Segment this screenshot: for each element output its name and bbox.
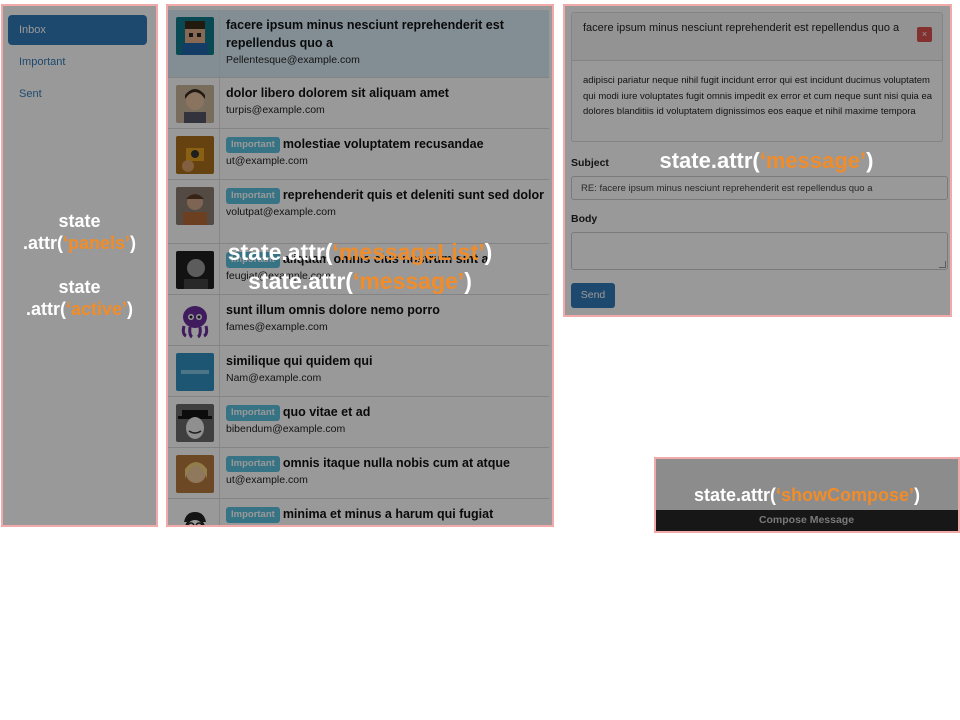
message-list-annotation: state.attr(‘messageList’) state.attr(‘me…: [227, 239, 493, 294]
message-annotation: state.attr(‘message’): [659, 148, 874, 173]
compose-annotation: state.attr(‘showCompose’): [693, 485, 921, 505]
panels-annotation: state .attr(‘panels’) state .attr(‘activ…: [22, 211, 137, 319]
